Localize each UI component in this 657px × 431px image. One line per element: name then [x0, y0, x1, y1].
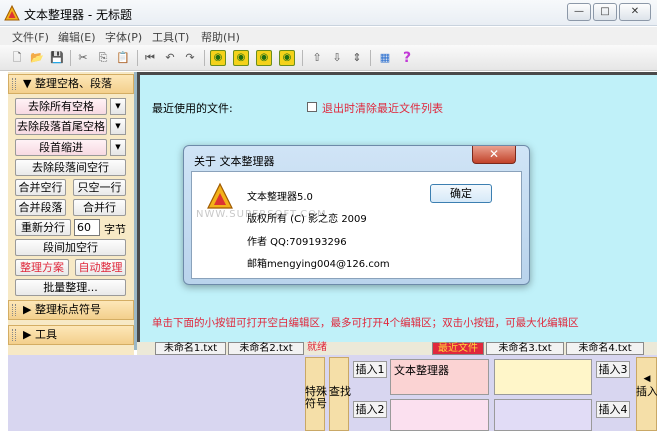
section-punctuation-label: ▶ 整理标点符号	[23, 303, 101, 316]
merge-lines-button[interactable]: 合并行	[73, 199, 126, 216]
copy-icon[interactable]: ⎘	[94, 49, 112, 67]
auto-tidy-button[interactable]: 自动整理	[75, 259, 126, 276]
tab-untitled-1[interactable]: 未命名1.txt	[155, 342, 226, 355]
merge-empty-lines-button[interactable]: 合并空行	[15, 179, 66, 196]
insert-side-arrow-icon: ◀	[643, 374, 651, 384]
insert-side-label: 插入	[636, 385, 657, 398]
minimize-button[interactable]: —	[567, 3, 591, 21]
hint-text: 单击下面的小按钮可打开空白编辑区，最多可打开4个编辑区；双击小按钮，可最大化编辑…	[152, 317, 579, 329]
green-tool-4-icon[interactable]: ◉	[279, 50, 295, 66]
app-logo-icon	[207, 182, 233, 209]
ok-button[interactable]: 确定	[430, 184, 492, 203]
move-up-icon[interactable]: ⇧	[308, 49, 326, 67]
menu-tools[interactable]: 工具(T)	[152, 29, 189, 45]
remove-line-gaps-button[interactable]: 去除段落间空行	[15, 159, 126, 176]
app-logo-icon	[4, 5, 20, 21]
remove-para-spaces-dropdown[interactable]: ▼	[110, 118, 126, 135]
toolbar-separator	[302, 50, 303, 66]
section-punctuation-header[interactable]: ▶ 整理标点符号	[8, 300, 134, 320]
toolbar: 🗋 📂 💾 ✂ ⎘ 📋 ⏮ ↶ ↷ ◉ ◉ ◉ ◉ ⇧ ⇩ ⇕ ▦ ?	[0, 45, 657, 71]
insert-3-text[interactable]	[494, 359, 592, 395]
rewrap-button[interactable]: 重新分行	[15, 219, 71, 236]
section-whitespace-header[interactable]: ▼ 整理空格、段落	[8, 74, 134, 94]
dialog-title: 关于 文本整理器	[194, 155, 275, 168]
insert-1-text[interactable]: 文本整理器	[390, 359, 489, 395]
batch-tidy-button[interactable]: 批量整理...	[15, 279, 126, 296]
about-dialog: 关于 文本整理器 ✕ NWW.SUPERSOFT.COM 文本整理器5.0 版权…	[183, 145, 530, 285]
toolbar-separator	[70, 50, 71, 66]
section-tools-label: ▶ 工具	[23, 328, 57, 341]
indent-dropdown[interactable]: ▼	[110, 139, 126, 156]
new-file-icon[interactable]: 🗋	[8, 49, 26, 67]
title-bar: 文本整理器 - 无标题 — □ ✕	[0, 0, 657, 26]
insert-2-text[interactable]	[390, 399, 489, 431]
help-icon[interactable]: ?	[398, 49, 416, 67]
insert-4-text[interactable]	[494, 399, 592, 431]
copyright-text: 版权所有 (C) 影之恋 2009	[247, 214, 367, 225]
first-page-icon[interactable]: ⏮	[141, 49, 159, 67]
author-text: 作者 QQ:709193296	[247, 237, 347, 248]
open-folder-icon[interactable]: 📂	[28, 49, 46, 67]
window-title: 文本整理器 - 无标题	[24, 8, 132, 22]
green-tool-3-icon[interactable]: ◉	[256, 50, 272, 66]
toolbar-separator	[137, 50, 138, 66]
section-tools-header[interactable]: ▶ 工具	[8, 325, 134, 345]
merge-paragraphs-button[interactable]: 合并段落	[15, 199, 66, 216]
status-ready: 就绪	[307, 342, 431, 355]
menu-file[interactable]: 文件(F)	[12, 29, 49, 45]
indent-button[interactable]: 段首缩进	[15, 139, 107, 156]
app-name-text: 文本整理器5.0	[247, 192, 313, 203]
find-label: 查找	[329, 385, 351, 398]
grip-icon	[12, 329, 16, 341]
cut-icon[interactable]: ✂	[74, 49, 92, 67]
tab-untitled-4[interactable]: 未命名4.txt	[566, 342, 644, 355]
undo-icon[interactable]: ↶	[161, 49, 179, 67]
menu-bar: 文件(F) 编辑(E) 字体(P) 工具(T) 帮助(H)	[0, 27, 657, 45]
move-down-icon[interactable]: ⇩	[328, 49, 346, 67]
green-tool-1-icon[interactable]: ◉	[210, 50, 226, 66]
special-symbols-label: 特殊符号	[305, 385, 327, 410]
paste-icon[interactable]: 📋	[114, 49, 132, 67]
chars-unit-label: 字节	[104, 223, 126, 236]
remove-all-spaces-dropdown[interactable]: ▼	[110, 98, 126, 115]
insert-4-button[interactable]: 插入4	[596, 401, 630, 418]
single-line-button[interactable]: 只空一行	[73, 179, 126, 196]
find-panel[interactable]: 查找	[329, 357, 351, 431]
swap-icon[interactable]: ⇕	[348, 49, 366, 67]
grip-icon	[12, 304, 16, 316]
green-tool-2-icon[interactable]: ◉	[233, 50, 249, 66]
insert-3-button[interactable]: 插入3	[596, 361, 630, 378]
insert-2-button[interactable]: 插入2	[353, 401, 387, 418]
remove-all-spaces-button[interactable]: 去除所有空格	[15, 98, 107, 115]
toolbar-separator	[370, 50, 371, 66]
tab-untitled-3[interactable]: 未命名3.txt	[486, 342, 564, 355]
toolbar-separator	[204, 50, 205, 66]
insert-side-panel[interactable]: ◀ 插入	[636, 357, 657, 431]
clear-recent-label: 退出时清除最近文件列表	[322, 102, 443, 115]
tab-untitled-2[interactable]: 未命名2.txt	[228, 342, 304, 355]
palette-icon[interactable]: ▦	[376, 49, 394, 67]
dialog-close-button[interactable]: ✕	[472, 146, 516, 164]
email-text: 邮箱mengying004@126.com	[247, 259, 390, 270]
maximize-button[interactable]: □	[593, 3, 617, 21]
section-whitespace-label: ▼ 整理空格、段落	[23, 77, 112, 90]
editor-tabs: 未命名1.txt 未命名2.txt 就绪 最近文件 未命名3.txt 未命名4.…	[137, 342, 657, 356]
redo-icon[interactable]: ↷	[181, 49, 199, 67]
menu-font[interactable]: 字体(P)	[105, 29, 142, 45]
save-icon[interactable]: 💾	[48, 49, 66, 67]
scheme-button[interactable]: 整理方案	[15, 259, 69, 276]
add-blank-lines-button[interactable]: 段间加空行	[15, 239, 126, 256]
rewrap-width-input[interactable]: 60	[74, 219, 100, 236]
grip-icon	[12, 78, 16, 90]
dialog-body: NWW.SUPERSOFT.COM 文本整理器5.0 版权所有 (C) 影之恋 …	[191, 171, 522, 279]
special-symbols-panel[interactable]: 特殊符号	[305, 357, 327, 431]
menu-help[interactable]: 帮助(H)	[201, 29, 240, 45]
tab-recent-files[interactable]: 最近文件	[432, 342, 484, 355]
clear-recent-checkbox[interactable]	[307, 102, 317, 112]
close-window-button[interactable]: ✕	[619, 3, 651, 21]
menu-edit[interactable]: 编辑(E)	[58, 29, 96, 45]
recent-files-label: 最近使用的文件:	[152, 102, 233, 115]
remove-para-spaces-button[interactable]: 去除段落首尾空格	[15, 118, 107, 135]
insert-1-button[interactable]: 插入1	[353, 361, 387, 378]
